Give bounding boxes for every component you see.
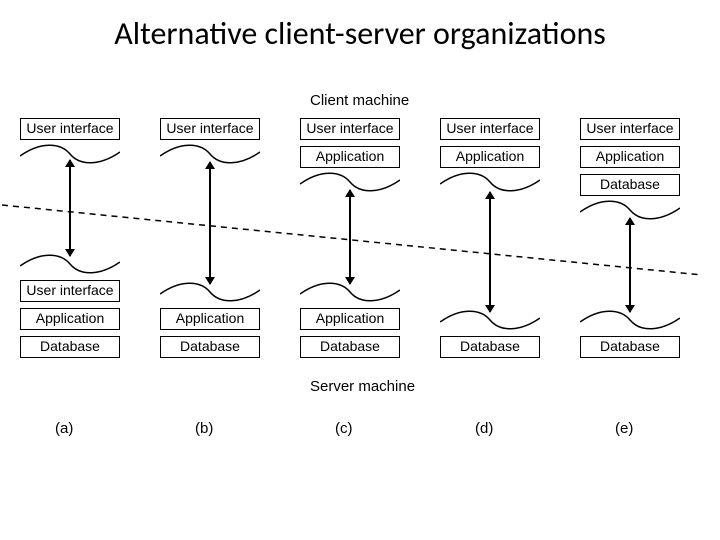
col-a-server-db: Database [20, 336, 120, 358]
col-b-server-app: Application [160, 308, 260, 330]
col-e-client-ui: User interface [580, 118, 680, 140]
col-d-client-app: Application [440, 146, 540, 168]
col-c-server-app: Application [300, 308, 400, 330]
col-e-arrow [629, 218, 631, 312]
server-machine-label: Server machine [310, 378, 415, 395]
col-c-server-db: Database [300, 336, 400, 358]
col-c-client-app: Application [300, 146, 400, 168]
col-b-server-db: Database [160, 336, 260, 358]
col-a-server-ui: User interface [20, 280, 120, 302]
col-c-arrow [349, 190, 351, 284]
col-d-label: (d) [475, 420, 493, 437]
diagram: Client machine Server machine User inter… [20, 100, 700, 460]
slide: Alternative client-server organizations … [0, 0, 720, 540]
slide-title: Alternative client-server organizations [0, 14, 720, 53]
col-b-arrow [209, 162, 211, 284]
col-d-arrow [489, 192, 491, 312]
client-machine-label: Client machine [310, 92, 409, 109]
col-a-client-ui: User interface [20, 118, 120, 140]
col-c-client-ui: User interface [300, 118, 400, 140]
col-e-client-db: Database [580, 174, 680, 196]
col-e-client-app: Application [580, 146, 680, 168]
col-b-client-ui: User interface [160, 118, 260, 140]
col-c-label: (c) [335, 420, 353, 437]
col-e-server-db: Database [580, 336, 680, 358]
col-d-server-db: Database [440, 336, 540, 358]
col-a-label: (a) [55, 420, 73, 437]
col-a-arrow [69, 160, 71, 256]
col-a-server-app: Application [20, 308, 120, 330]
col-d-client-ui: User interface [440, 118, 540, 140]
col-e-label: (e) [615, 420, 633, 437]
col-b-label: (b) [195, 420, 213, 437]
